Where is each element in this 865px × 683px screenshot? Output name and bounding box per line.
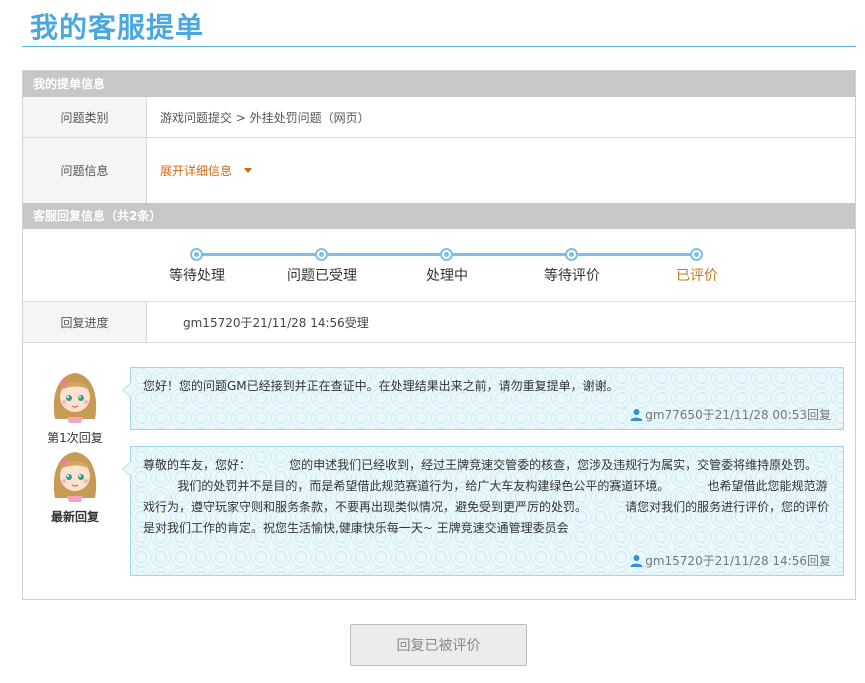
- reply-progress-label: 回复进度: [23, 302, 147, 342]
- row-category: 问题类别 游戏问题提交 > 外挂处罚问题（网页）: [23, 97, 855, 138]
- progress-dot: [565, 248, 578, 261]
- user-icon: [630, 555, 643, 567]
- category-value: 游戏问题提交 > 外挂处罚问题（网页）: [160, 110, 370, 125]
- reply-text: 您好！您的问题GM已经接到并正在查证中。在处理结果出来之前，请勿重复提单，谢谢。: [143, 379, 619, 393]
- progress-tracker: 等待处理 问题已受理 处理中 等待评价 已评价: [162, 236, 718, 290]
- reply-meta-text: gm15720于21/11/28 14:56回复: [645, 554, 831, 568]
- row-reply-progress: 回复进度 gm15720于21/11/28 14:56受理: [23, 301, 855, 343]
- progress-step-label-current: 已评价: [676, 268, 718, 284]
- progress-dot: [690, 248, 703, 261]
- caret-down-icon: [244, 168, 253, 173]
- reply-item: 最新回复 尊敬的车友，您好： 您的申述我们已经收到，经过王牌竞速交管委的核查，您…: [23, 446, 855, 578]
- reply-avatar-block: 第1次回复: [45, 367, 105, 446]
- progress-step-label: 处理中: [426, 268, 468, 284]
- reply-evaluated-button[interactable]: 回复已被评价: [350, 624, 527, 666]
- reply-caption: 最新回复: [50, 510, 99, 524]
- title-divider: [22, 46, 856, 47]
- reply-meta: gm15720于21/11/28 14:56回复: [630, 552, 831, 569]
- row-info: 问题信息 展开详细信息: [23, 138, 855, 203]
- progress-step-label: 问题已受理: [287, 268, 357, 284]
- expand-details-text: 展开详细信息: [160, 164, 233, 178]
- section-header-reply-info: 客服回复信息（共2条）: [23, 203, 855, 229]
- reply-text: 尊敬的车友，您好： 您的申述我们已经收到，经过王牌竞速交管委的核查，您涉及违规行…: [143, 458, 830, 535]
- progress-dot: [190, 248, 203, 261]
- girl-avatar-icon: [47, 367, 103, 423]
- reply-avatar-block: 最新回复: [45, 446, 105, 525]
- girl-avatar-icon: [47, 446, 103, 502]
- reply-progress-value: gm15720于21/11/28 14:56受理: [183, 315, 369, 330]
- reply-meta-text: gm77650于21/11/28 00:53回复: [645, 408, 831, 422]
- ticket-panel: 我的提单信息 问题类别 游戏问题提交 > 外挂处罚问题（网页） 问题信息 展开详…: [22, 70, 856, 600]
- category-label: 问题类别: [23, 97, 147, 137]
- reply-caption: 第1次回复: [47, 431, 103, 445]
- expand-details-link[interactable]: 展开详细信息: [160, 162, 253, 179]
- progress-step-label: 等待处理: [169, 268, 225, 284]
- progress-dot: [315, 248, 328, 261]
- reply-bubble: 尊敬的车友，您好： 您的申述我们已经收到，经过王牌竞速交管委的核查，您涉及违规行…: [122, 446, 844, 576]
- reply-meta: gm77650于21/11/28 00:53回复: [630, 406, 831, 423]
- progress-dot: [440, 248, 453, 261]
- section-header-ticket-info: 我的提单信息: [23, 71, 855, 97]
- reply-bubble: 您好！您的问题GM已经接到并正在查证中。在处理结果出来之前，请勿重复提单，谢谢。…: [122, 367, 844, 430]
- reply-item: 第1次回复 您好！您的问题GM已经接到并正在查证中。在处理结果出来之前，请勿重复…: [23, 367, 855, 445]
- info-label: 问题信息: [23, 138, 147, 203]
- progress-step-label: 等待评价: [544, 268, 600, 284]
- page-title: 我的客服提单: [30, 11, 205, 44]
- user-icon: [630, 409, 643, 421]
